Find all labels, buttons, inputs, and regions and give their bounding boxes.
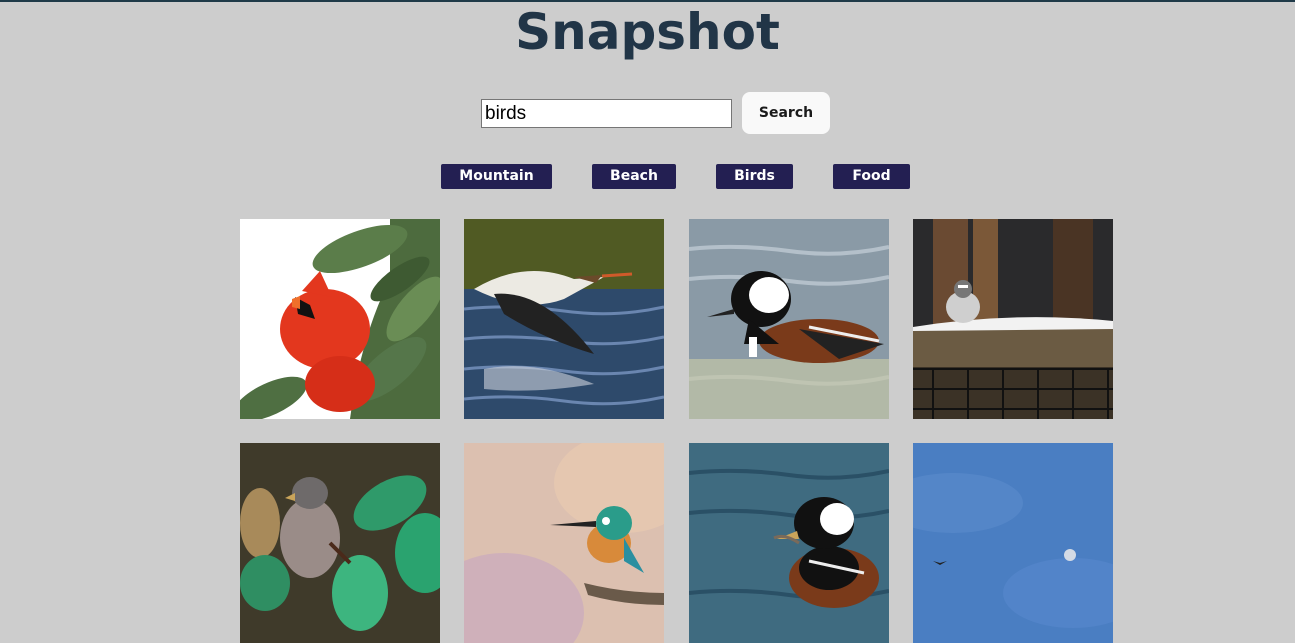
- gallery-image-merganser-flight[interactable]: [464, 219, 664, 419]
- page-title: Snapshot: [515, 3, 780, 61]
- gallery-image-bird-sky[interactable]: [913, 443, 1113, 643]
- category-button-beach[interactable]: Beach: [592, 164, 676, 189]
- category-button-food[interactable]: Food: [833, 164, 910, 189]
- gallery-image-merganser-catch[interactable]: [689, 443, 889, 643]
- category-button-mountain[interactable]: Mountain: [441, 164, 552, 189]
- search-button[interactable]: Search: [742, 92, 830, 134]
- search-input[interactable]: [481, 99, 732, 128]
- gallery-image-hooded-merganser[interactable]: [689, 219, 889, 419]
- gallery-image-sparrow-leaves[interactable]: [240, 443, 440, 643]
- gallery-image-kingfisher[interactable]: [464, 443, 664, 643]
- gallery-image-sparrow-snow[interactable]: [913, 219, 1113, 419]
- gallery-image-cardinal[interactable]: [240, 219, 440, 419]
- category-button-birds[interactable]: Birds: [716, 164, 793, 189]
